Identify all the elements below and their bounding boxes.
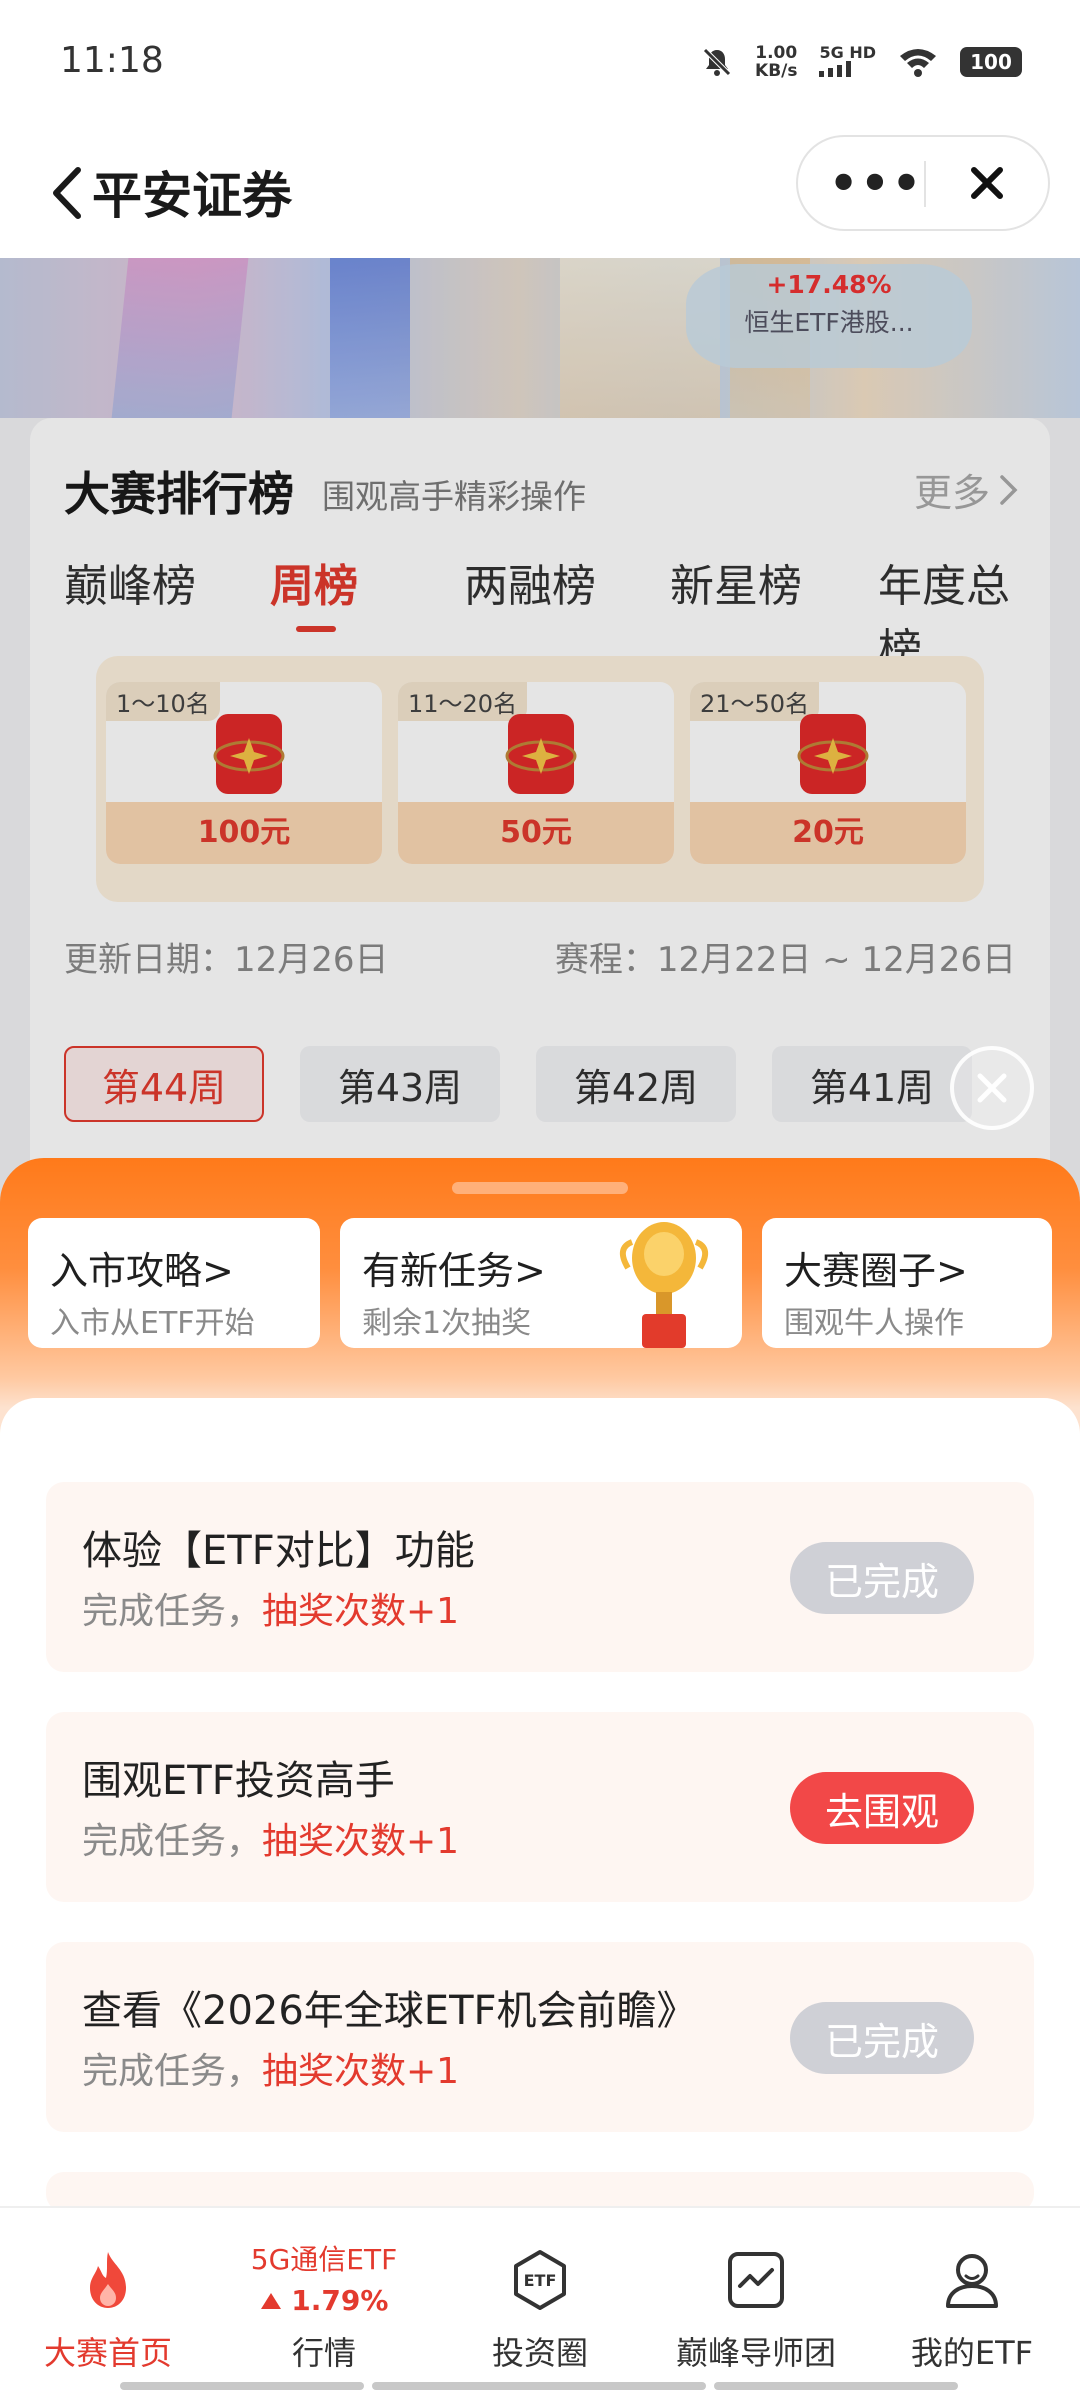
- overlay-close-button[interactable]: [950, 1046, 1034, 1130]
- gesture-bar: [714, 2382, 958, 2390]
- entry-subtitle: 剩余1次抽奖: [362, 1306, 532, 1341]
- gesture-bar: [372, 2382, 706, 2390]
- more-options-button[interactable]: •••: [828, 137, 924, 229]
- quote-change: 1.79%: [216, 2284, 432, 2317]
- tab-label: 巅峰导师团: [675, 2334, 836, 2372]
- quote-change-value: 1.79%: [291, 2284, 389, 2317]
- task-item: 查看《2026年全球ETF机会前瞻》 完成任务，抽奖次数+1 已完成: [46, 1942, 1034, 2132]
- battery-indicator: 100: [960, 47, 1022, 77]
- tab-my-etf[interactable]: 我的ETF: [864, 2208, 1080, 2388]
- etf-hexagon-icon: ETF: [514, 2250, 566, 2310]
- entry-title: 大赛圈子>: [784, 1249, 968, 1293]
- tab-contest-home[interactable]: 大赛首页: [0, 2208, 216, 2388]
- back-arrow-icon[interactable]: [44, 158, 94, 228]
- status-time: 11:18: [60, 40, 164, 81]
- page-title: 平安证券: [92, 167, 292, 225]
- task-description: 完成任务，抽奖次数+1: [82, 1812, 459, 1864]
- task-item-partial: [46, 2172, 1034, 2208]
- triangle-up-icon: [260, 2293, 281, 2309]
- close-button[interactable]: [942, 137, 1032, 229]
- entry-new-task[interactable]: 有新任务> 剩余1次抽奖: [340, 1218, 742, 1348]
- tab-label: 投资圈: [491, 2334, 588, 2372]
- entry-subtitle: 围观牛人操作: [784, 1306, 964, 1341]
- entry-subtitle: 入市从ETF开始: [50, 1306, 255, 1341]
- miniapp-capsule: •••: [796, 135, 1050, 231]
- trophy-icon: [619, 1222, 709, 1348]
- capsule-divider: [924, 161, 926, 207]
- tab-quotes[interactable]: 5G通信ETF 1.79% 行情: [216, 2208, 432, 2388]
- title-bar: 平安证券 •••: [0, 130, 1080, 258]
- task-reward: 抽奖次数+1: [262, 1591, 460, 1632]
- task-description: 完成任务，抽奖次数+1: [82, 2042, 459, 2094]
- task-reward: 抽奖次数+1: [262, 2051, 460, 2092]
- tab-label: 我的ETF: [910, 2334, 1034, 2372]
- status-bar: 11:18 1.00 KB/s 5G HD 100: [0, 0, 1080, 130]
- user-icon: [946, 2254, 998, 2308]
- task-reward: 抽奖次数+1: [262, 1821, 460, 1862]
- entry-market-guide[interactable]: 入市攻略> 入市从ETF开始: [28, 1218, 320, 1348]
- wifi-icon: [900, 49, 936, 77]
- speed-value: 1.00: [755, 43, 798, 63]
- bottom-tab-bar: 大赛首页 5G通信ETF 1.79% 行情 ETF 投资圈 巅峰导师团 我的ET…: [0, 2206, 1080, 2392]
- svg-text:ETF: ETF: [524, 2271, 557, 2290]
- task-list: 体验【ETF对比】功能 完成任务，抽奖次数+1 已完成 围观ETF投资高手 完成…: [0, 1398, 1080, 2208]
- entry-contest-circle[interactable]: 大赛圈子> 围观牛人操作: [762, 1218, 1052, 1348]
- task-item: 围观ETF投资高手 完成任务，抽奖次数+1 去围观: [46, 1712, 1034, 1902]
- flame-icon: [90, 2252, 126, 2308]
- task-sheet: 入市攻略> 入市从ETF开始 有新任务> 剩余1次抽奖 大赛圈子> 围观牛人操作…: [0, 1158, 1080, 2208]
- network-type: 5G HD: [819, 42, 876, 62]
- task-title: 查看《2026年全球ETF机会前瞻》: [82, 1988, 697, 2034]
- task-desc-prefix: 完成任务，: [82, 1821, 263, 1862]
- tab-mentors[interactable]: 巅峰导师团: [648, 2208, 864, 2388]
- network-speed: 1.00 KB/s: [755, 44, 797, 80]
- signal-icon: [819, 60, 852, 77]
- close-icon: [977, 1073, 1007, 1103]
- entry-title: 入市攻略>: [50, 1249, 234, 1293]
- chart-line-icon: [728, 2252, 784, 2308]
- entry-title: 有新任务>: [362, 1249, 546, 1293]
- task-item: 体验【ETF对比】功能 完成任务，抽奖次数+1 已完成: [46, 1482, 1034, 1672]
- modal-backdrop[interactable]: [0, 258, 1080, 1268]
- task-desc-prefix: 完成任务，: [82, 1591, 263, 1632]
- speed-unit: KB/s: [755, 61, 798, 81]
- signal-block: 5G HD: [819, 42, 876, 80]
- task-title: 围观ETF投资高手: [82, 1758, 395, 1804]
- close-icon: [971, 167, 1003, 199]
- gesture-bar: [120, 2382, 364, 2390]
- task-desc-prefix: 完成任务，: [82, 2051, 263, 2092]
- task-completed-button[interactable]: 已完成: [790, 1542, 974, 1614]
- task-title: 体验【ETF对比】功能: [82, 1528, 475, 1574]
- status-indicators: 1.00 KB/s 5G HD 100: [701, 44, 1022, 80]
- sheet-drag-handle[interactable]: [452, 1182, 628, 1194]
- tab-invest-circle[interactable]: ETF 投资圈: [432, 2208, 648, 2388]
- task-description: 完成任务，抽奖次数+1: [82, 1582, 459, 1634]
- mute-bell-icon: [703, 48, 731, 76]
- tab-label: 行情: [291, 2334, 356, 2372]
- task-completed-button[interactable]: 已完成: [790, 2002, 974, 2074]
- quote-fund-name: 5G通信ETF: [250, 2243, 398, 2276]
- go-watch-button[interactable]: 去围观: [790, 1772, 974, 1844]
- tab-label: 大赛首页: [43, 2334, 172, 2372]
